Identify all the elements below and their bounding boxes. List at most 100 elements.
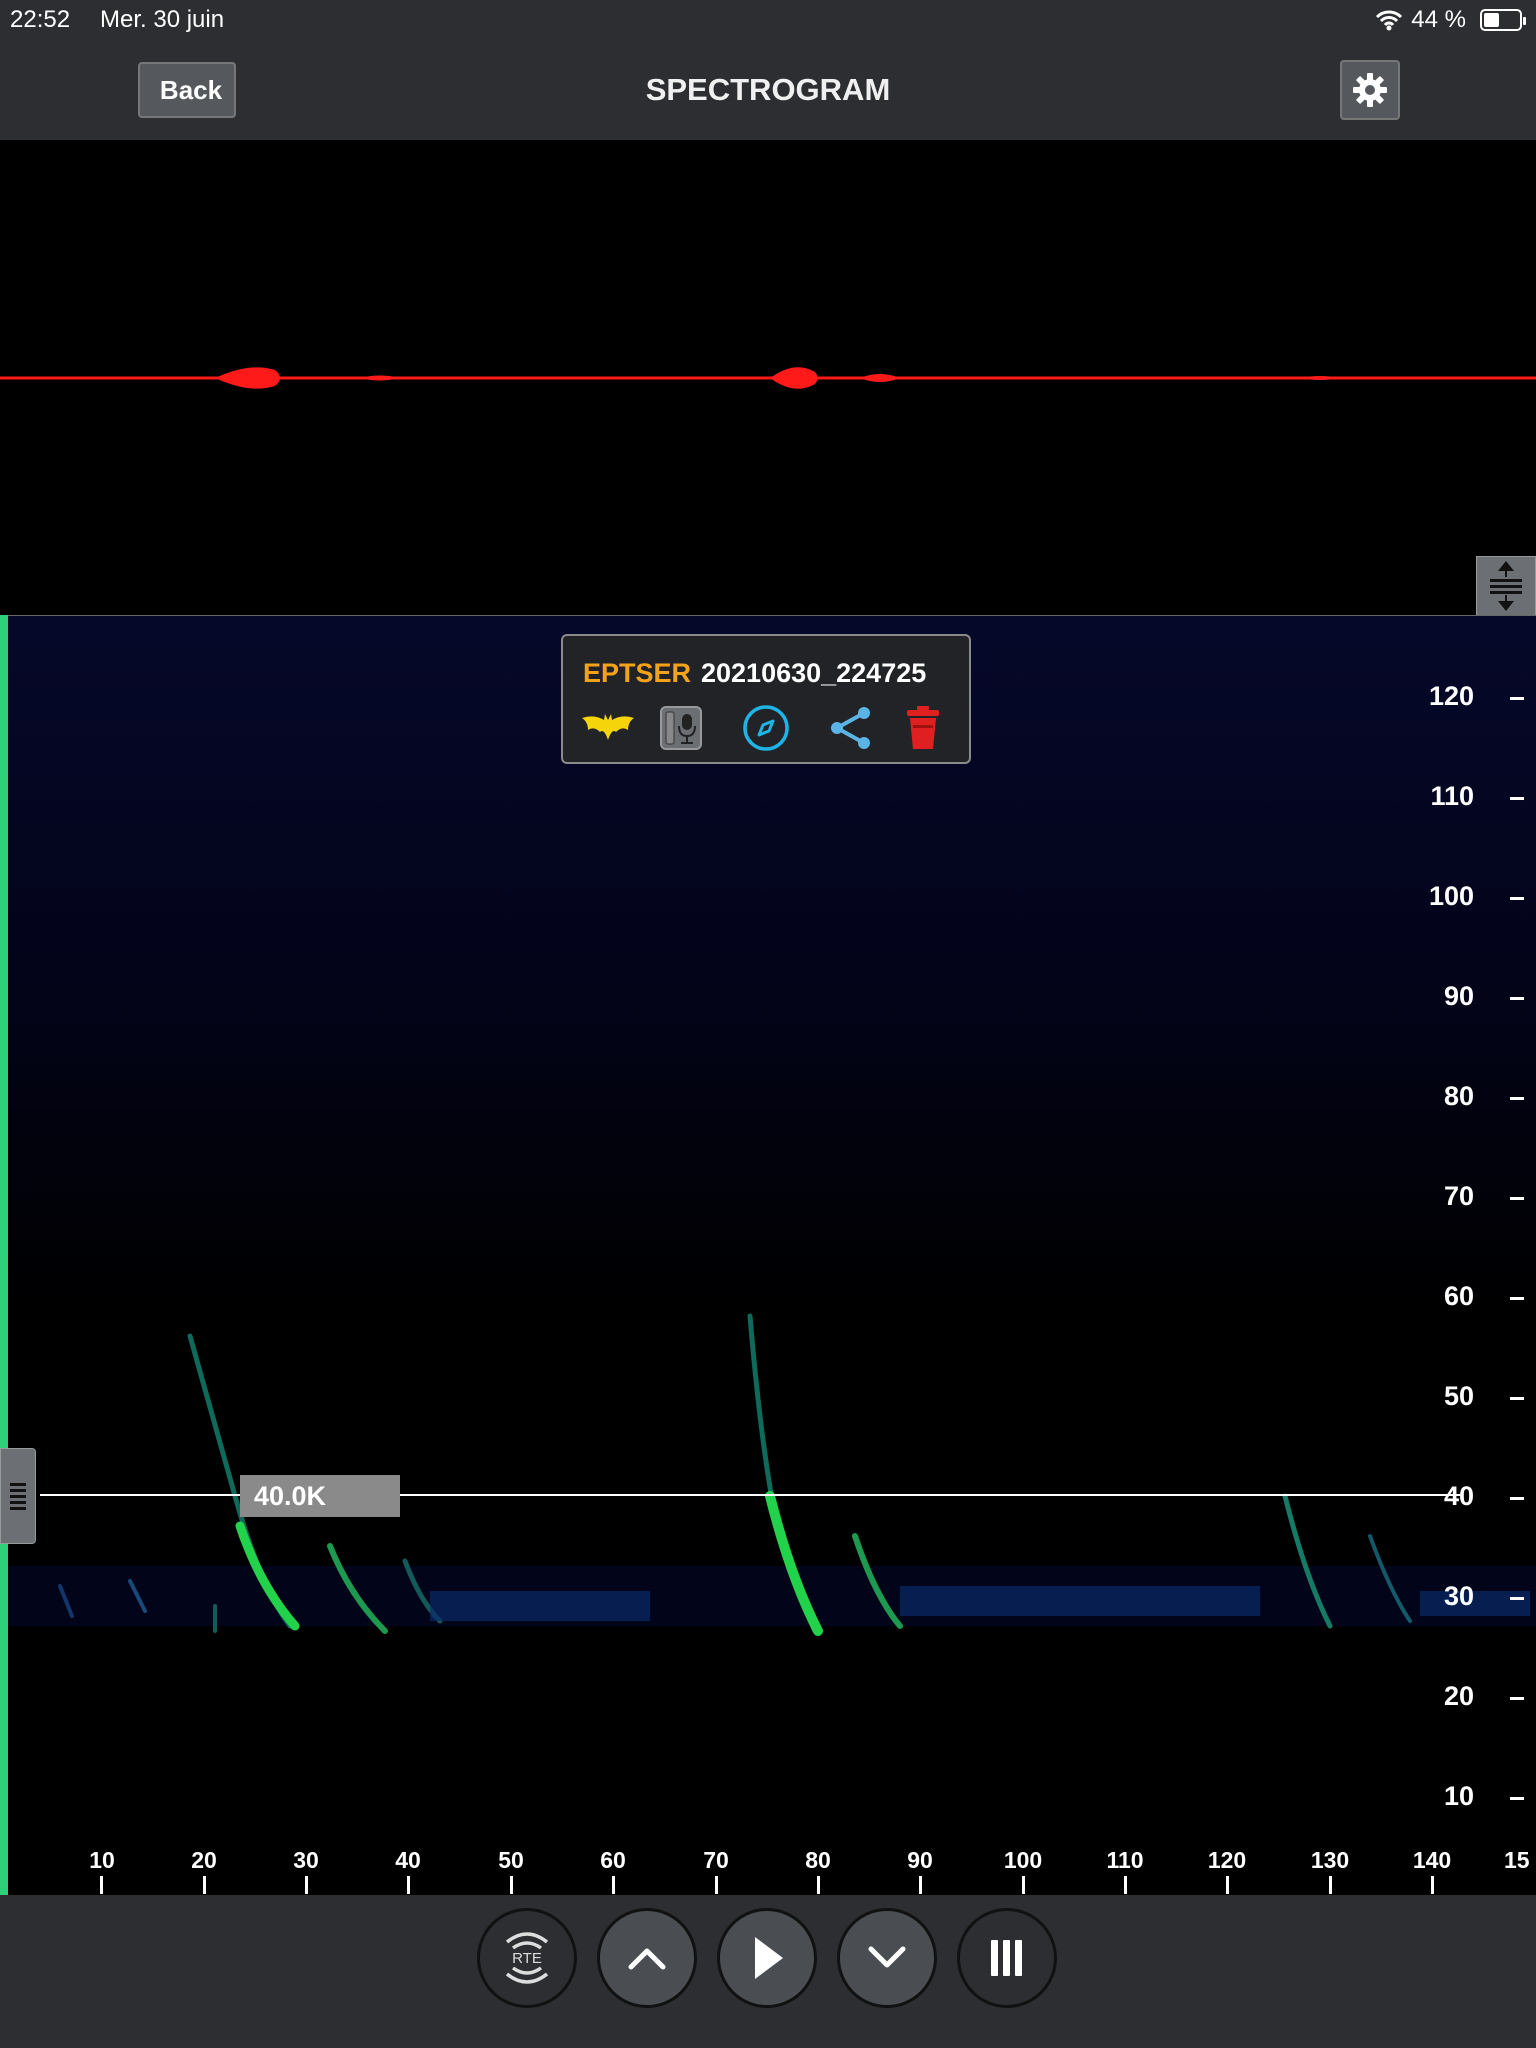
y-tick-label: 110	[1430, 781, 1474, 811]
y-tick-label: 60	[1443, 1281, 1474, 1311]
y-tick	[1510, 1097, 1524, 1100]
y-tick	[1510, 897, 1524, 900]
rte-signal-icon: RTE	[505, 1932, 549, 1984]
spectrogram-panel[interactable]	[0, 615, 1536, 1895]
settings-button[interactable]	[1340, 60, 1400, 120]
x-tick	[1329, 1876, 1332, 1894]
y-tick	[1510, 1697, 1524, 1700]
spectrogram-screen: { "status_bar": { "time": "22:52", "date…	[0, 0, 1536, 2048]
waveform-trace	[0, 367, 1536, 389]
x-tick	[1022, 1876, 1025, 1894]
x-tick-label: 140	[1412, 1847, 1452, 1873]
bat-icon	[582, 714, 634, 740]
x-tick-label: 60	[600, 1847, 626, 1873]
x-tick-label: 100	[1003, 1847, 1043, 1873]
x-tick-label: 40	[395, 1847, 421, 1873]
share-icon	[831, 707, 870, 749]
bat-button[interactable]	[579, 704, 637, 752]
status-time: 22:52	[10, 6, 71, 33]
y-tick-label: 100	[1428, 881, 1474, 911]
play-icon	[755, 1937, 783, 1979]
compass-icon	[743, 705, 789, 751]
up-button[interactable]	[597, 1908, 697, 2008]
battery-percent: 44 %	[1411, 6, 1466, 33]
wifi-icon	[1376, 10, 1403, 31]
x-tick	[919, 1876, 922, 1894]
playback-position-marker	[0, 615, 8, 1895]
y-tick	[1510, 1497, 1524, 1500]
y-tick	[1510, 1297, 1524, 1300]
down-button[interactable]	[837, 1908, 937, 2008]
bars-icon	[991, 1940, 1022, 1976]
x-tick	[715, 1876, 718, 1894]
x-tick	[510, 1876, 513, 1894]
battery-icon	[1480, 9, 1526, 31]
microphone-info-icon	[660, 706, 702, 750]
x-tick	[407, 1876, 410, 1894]
y-tick-label: 120	[1428, 681, 1474, 711]
chevron-down-icon	[868, 1946, 906, 1968]
y-tick-label: 30	[1443, 1581, 1474, 1611]
frequency-cursor-handle[interactable]	[0, 1448, 36, 1544]
y-tick	[1510, 1197, 1524, 1200]
x-tick-label: 110	[1106, 1847, 1144, 1873]
bars-button[interactable]	[957, 1908, 1057, 2008]
panel-resize-handle[interactable]	[1476, 556, 1536, 616]
x-tick-label: 80	[805, 1847, 831, 1873]
x-tick-label: 15	[1504, 1847, 1530, 1873]
x-tick	[1124, 1876, 1127, 1894]
y-tick-label: 90	[1443, 981, 1474, 1011]
y-tick	[1510, 1797, 1524, 1800]
status-bar: 22:52 Mer. 30 juin 44 %	[0, 0, 1536, 40]
x-tick	[203, 1876, 206, 1894]
waveform-panel[interactable]	[0, 140, 1536, 615]
play-button[interactable]	[717, 1908, 817, 2008]
x-tick-label: 130	[1310, 1847, 1350, 1873]
x-tick-label: 90	[907, 1847, 933, 1873]
y-tick-label: 50	[1443, 1381, 1474, 1411]
battery-fill	[1484, 13, 1499, 27]
resize-vertical-icon	[1490, 561, 1522, 611]
grip-icon	[10, 1483, 26, 1510]
location-button[interactable]	[741, 704, 791, 752]
x-tick	[1226, 1876, 1229, 1894]
x-tick	[100, 1876, 103, 1894]
y-tick-label: 70	[1443, 1181, 1474, 1211]
x-tick-label: 20	[191, 1847, 217, 1873]
x-tick	[612, 1876, 615, 1894]
frequency-cursor-label: 40.0K	[240, 1475, 400, 1517]
x-tick	[1431, 1876, 1434, 1894]
y-tick-label: 80	[1443, 1081, 1474, 1111]
trash-icon	[907, 706, 939, 749]
x-tick-label: 70	[703, 1847, 729, 1873]
rte-button[interactable]: RTE	[477, 1908, 577, 2008]
y-tick	[1510, 997, 1524, 1000]
y-tick	[1510, 1397, 1524, 1400]
rte-label: RTE	[512, 1950, 542, 1967]
page-title: SPECTROGRAM	[645, 72, 891, 107]
recording-filename: 20210630_224725	[701, 658, 927, 688]
x-tick-label: 50	[498, 1847, 524, 1873]
y-tick-label: 20	[1443, 1681, 1474, 1711]
y-tick	[1510, 797, 1524, 800]
y-tick	[1510, 697, 1524, 700]
gear-icon	[1353, 73, 1387, 107]
y-tick-label: 10	[1443, 1781, 1474, 1811]
x-tick-label: 10	[89, 1847, 115, 1873]
status-right: 44 %	[1375, 6, 1526, 34]
spectrogram-image	[0, 616, 1536, 1636]
top-bar: 22:52 Mer. 30 juin 44 % Back SPECTROGRAM	[0, 0, 1536, 140]
x-tick	[817, 1876, 820, 1894]
x-tick-label: 120	[1207, 1847, 1247, 1873]
recording-info-popup: EPTSER 20210630_224725	[561, 634, 971, 764]
delete-button[interactable]	[903, 704, 943, 752]
mic-info-button[interactable]	[659, 704, 703, 752]
y-tick-label: 40	[1443, 1481, 1474, 1511]
y-tick	[1510, 1597, 1524, 1600]
status-date: Mer. 30 juin	[100, 6, 225, 33]
x-tick	[305, 1876, 308, 1894]
x-tick-label: 30	[293, 1847, 319, 1873]
chevron-up-icon	[628, 1948, 666, 1970]
species-code: EPTSER	[583, 658, 692, 688]
share-button[interactable]	[827, 704, 873, 752]
